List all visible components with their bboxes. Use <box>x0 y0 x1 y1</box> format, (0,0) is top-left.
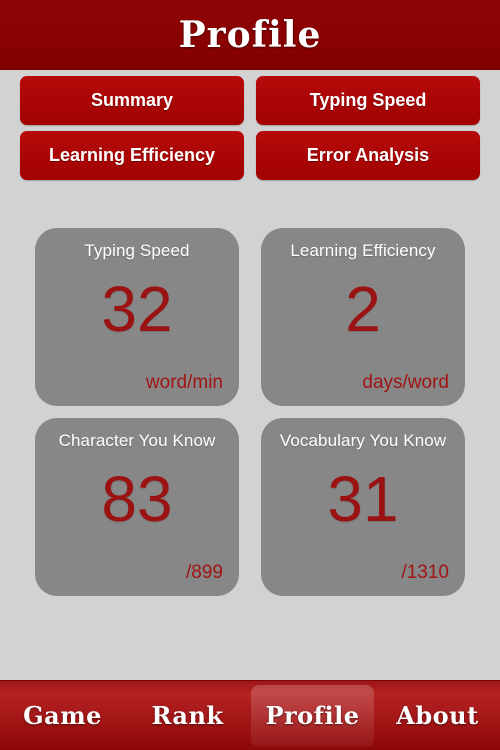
tab-rank[interactable]: Rank <box>126 685 249 747</box>
tab-profile[interactable]: Profile <box>251 684 374 747</box>
stat-card-value: 32 <box>101 272 173 345</box>
nav-button-label: Summary <box>90 90 174 110</box>
stat-card-unit: /899 <box>186 562 223 583</box>
stat-card-typing-speed: Typing Speed 32 word/min <box>35 228 239 406</box>
tab-label: Profile <box>265 700 360 730</box>
nav-button-grid: Summary Typing Speed Learning Efficiency… <box>0 70 500 180</box>
page-title: Profile <box>178 14 322 56</box>
nav-button-label: Error Analysis <box>306 145 430 165</box>
tab-about[interactable]: About <box>376 685 499 747</box>
tab-label: About <box>396 700 479 730</box>
stat-card-learning-efficiency: Learning Efficiency 2 days/word <box>261 228 465 406</box>
bottom-tab-bar: Game Rank Profile About <box>0 680 500 750</box>
stat-card-unit: days/word <box>362 372 449 393</box>
stat-card-vocabulary-you-know: Vocabulary You Know 31 /1310 <box>261 418 465 596</box>
stat-card-unit: /1310 <box>401 562 449 583</box>
stat-card-value: 83 <box>101 462 173 535</box>
stat-card-value: 31 <box>327 462 399 535</box>
nav-button-learning-efficiency[interactable]: Learning Efficiency <box>20 131 244 180</box>
nav-button-label: Typing Speed <box>309 90 427 110</box>
stat-card-unit: word/min <box>145 372 223 393</box>
stat-card-grid: Typing Speed 32 word/min Learning Effici… <box>0 180 500 596</box>
stat-card-title: Typing Speed <box>84 241 190 260</box>
tab-label: Game <box>23 700 102 730</box>
stat-card-character-you-know: Character You Know 83 /899 <box>35 418 239 596</box>
tab-game[interactable]: Game <box>1 685 124 747</box>
tab-label: Rank <box>151 700 224 730</box>
app-header: Profile <box>0 0 500 70</box>
stat-card-title: Vocabulary You Know <box>279 431 447 450</box>
nav-button-error-analysis[interactable]: Error Analysis <box>256 131 480 180</box>
nav-button-summary[interactable]: Summary <box>20 76 244 125</box>
nav-button-typing-speed[interactable]: Typing Speed <box>256 76 480 125</box>
stat-card-value: 2 <box>345 272 381 345</box>
stat-card-title: Character You Know <box>58 431 216 450</box>
nav-button-label: Learning Efficiency <box>48 145 216 165</box>
stat-card-title: Learning Efficiency <box>290 241 436 260</box>
